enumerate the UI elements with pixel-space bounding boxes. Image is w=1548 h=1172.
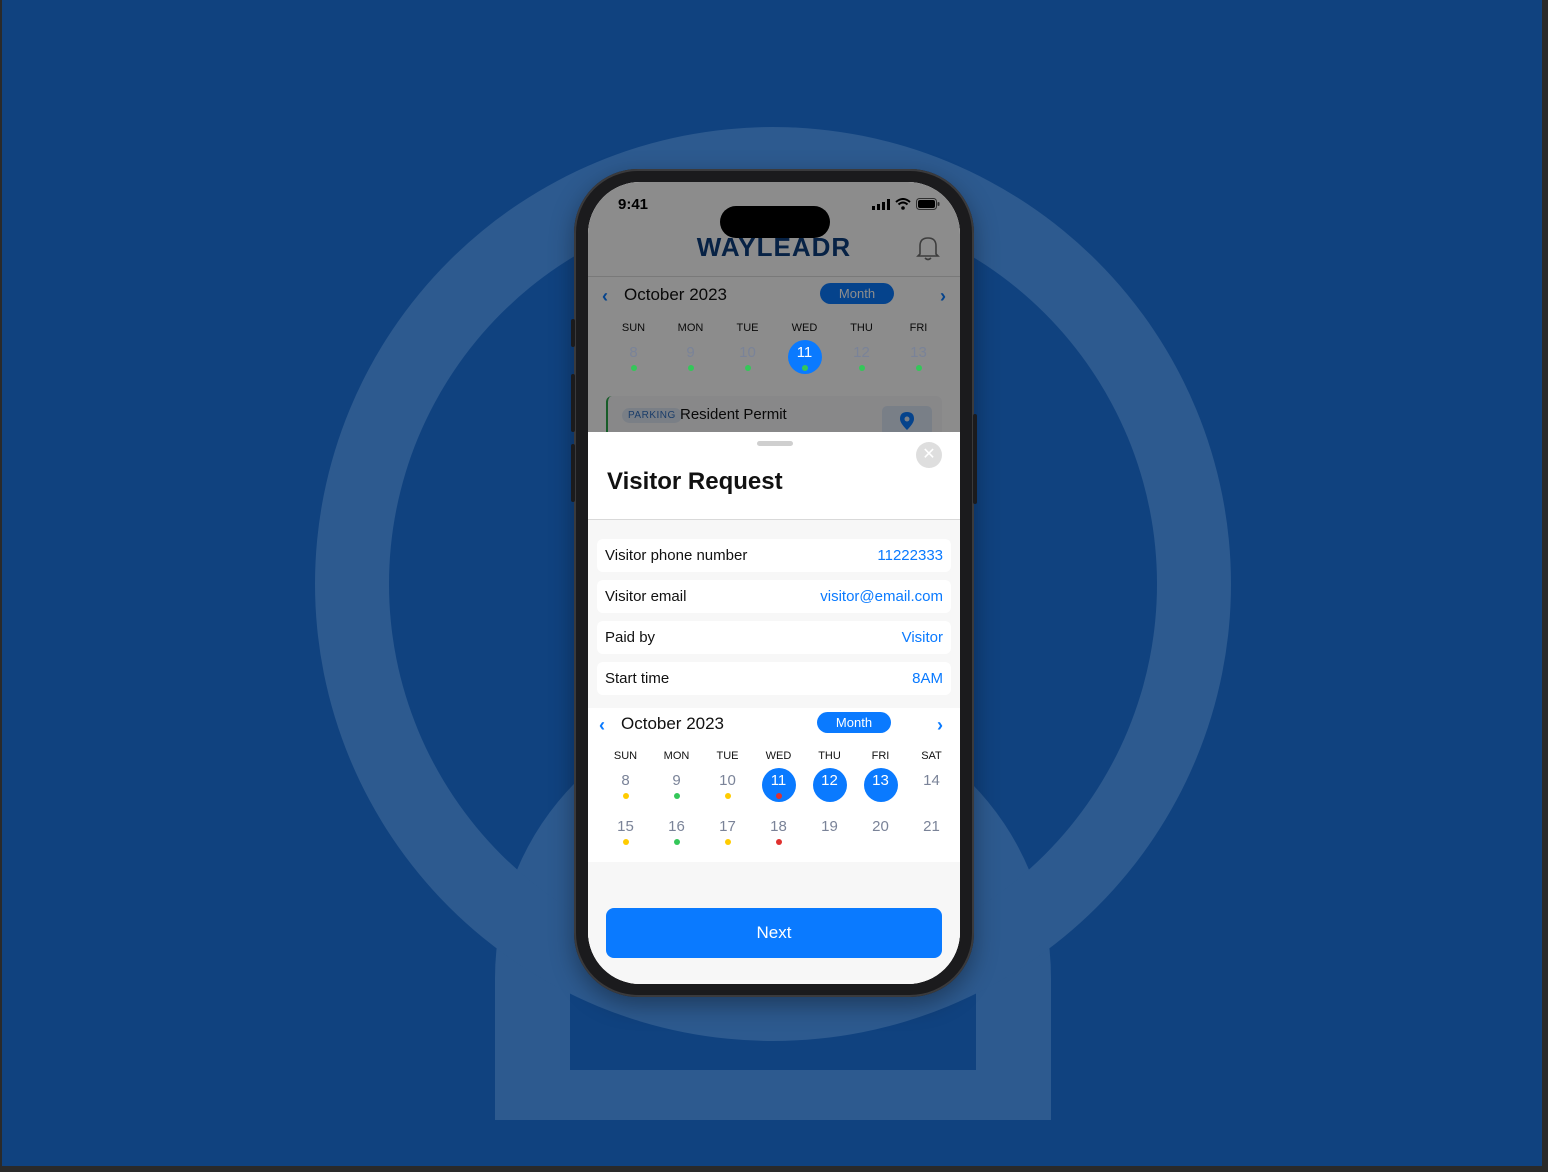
day-number: 16 (668, 818, 685, 835)
day-number: 19 (821, 818, 838, 835)
weekday-label: SAT (921, 750, 942, 762)
day-number: 12 (821, 772, 838, 789)
next-button[interactable]: Next (606, 908, 942, 958)
field-value[interactable]: visitor@email.com (820, 588, 943, 605)
calendar-week-row: 15 16 17 18 19 20 21 (600, 796, 960, 845)
availability-dot (775, 839, 782, 845)
weekday-label: FRI (871, 750, 890, 762)
availability-dot (630, 365, 637, 371)
chevron-left-icon[interactable]: ‹ (599, 715, 605, 736)
availability-dot (622, 839, 629, 845)
field-paid-by[interactable]: Paid by Visitor (597, 621, 951, 654)
presentation-background: 9:41 WAYLEADR ‹ October 2023 Month › SUN… (2, 0, 1542, 1166)
weekday-label: TUE (716, 750, 739, 762)
calendar-day-cell[interactable]: 20 (855, 796, 906, 838)
field-label: Paid by (605, 629, 656, 646)
modal-scrim[interactable] (588, 182, 960, 432)
calendar-day-cell[interactable]: SAT 14 (906, 750, 957, 792)
volume-down-button (571, 444, 575, 502)
phone-screen: 9:41 WAYLEADR ‹ October 2023 Month › SUN… (588, 182, 960, 984)
calendar-day-cell[interactable]: WED 11 (753, 750, 804, 802)
field-start-time[interactable]: Start time 8AM (597, 662, 951, 695)
day-number: 20 (872, 818, 889, 835)
calendar-day-cell[interactable]: 15 (600, 796, 651, 845)
day-number: 9 (686, 344, 695, 361)
field-label: Visitor phone number (605, 547, 748, 564)
day-number: 13 (872, 772, 889, 789)
date-picker-calendar: ‹ October 2023 Month › SUN 8 MON 9 TUE 10 WED 1… (588, 708, 960, 862)
availability-dot (801, 365, 808, 371)
field-visitor-phone[interactable]: Visitor phone number 11222333 (597, 539, 951, 572)
sheet-title: Visitor Request (607, 468, 783, 495)
calendar-day-cell[interactable]: 21 (906, 796, 957, 838)
calendar-month-label: October 2023 (621, 714, 725, 733)
day-number: 11 (796, 344, 813, 361)
field-value[interactable]: 11222333 (877, 547, 943, 564)
availability-dot (775, 793, 782, 799)
availability-dot (687, 365, 694, 371)
availability-dot (744, 365, 751, 371)
availability-dot (673, 839, 680, 845)
field-value[interactable]: 8AM (912, 670, 943, 687)
visitor-request-sheet: ✕ Visitor Request Visitor phone number 1… (588, 432, 960, 984)
calendar-day-cell[interactable]: MON 9 (651, 750, 702, 799)
mute-switch (571, 319, 575, 347)
availability-dot (724, 839, 731, 845)
availability-dot (622, 793, 629, 799)
calendar-week-row: SUN 8 MON 9 TUE 10 WED 11 THU 12 FRI 13 SAT 14 (600, 750, 960, 802)
calendar-day-cell[interactable]: 19 (804, 796, 855, 838)
calendar-day-cell[interactable]: 16 (651, 796, 702, 845)
close-icon: ✕ (922, 446, 936, 463)
phone-frame: 9:41 WAYLEADR ‹ October 2023 Month › SUN… (571, 169, 977, 997)
availability-dot (915, 365, 922, 371)
weekday-label: SUN (613, 750, 638, 762)
day-number: 8 (621, 772, 630, 789)
month-view-toggle[interactable]: Month (817, 712, 891, 733)
field-value[interactable]: Visitor (902, 629, 943, 646)
day-number: 14 (923, 772, 940, 789)
power-button (973, 414, 977, 504)
day-number: 13 (910, 344, 927, 361)
calendar-header: ‹ October 2023 Month › (588, 710, 960, 740)
calendar-day-cell[interactable]: 18 (753, 796, 804, 845)
day-number: 11 (770, 772, 787, 789)
field-label: Visitor email (605, 588, 687, 605)
weekday-spacer (906, 796, 957, 812)
day-number: 9 (672, 772, 681, 789)
calendar-day-cell[interactable]: THU 12 (804, 750, 855, 802)
day-number: 8 (629, 344, 638, 361)
day-number: 12 (853, 344, 870, 361)
day-number: 17 (719, 818, 736, 835)
field-visitor-email[interactable]: Visitor email visitor@email.com (597, 580, 951, 613)
weekday-label: MON (663, 750, 690, 762)
sheet-header: ✕ Visitor Request (588, 432, 960, 520)
field-label: Start time (605, 670, 670, 687)
availability-dot (858, 365, 865, 371)
volume-up-button (571, 374, 575, 432)
calendar-day-cell[interactable]: FRI 13 (855, 750, 906, 802)
weekday-label: THU (818, 750, 841, 762)
chevron-right-icon[interactable]: › (937, 715, 943, 736)
day-number: 21 (923, 818, 940, 835)
calendar-day-cell[interactable]: TUE 10 (702, 750, 753, 799)
day-number: 15 (617, 818, 634, 835)
close-button[interactable]: ✕ (916, 442, 942, 468)
weekday-label: WED (765, 750, 792, 762)
availability-dot (724, 793, 731, 799)
calendar-day-cell[interactable]: SUN 8 (600, 750, 651, 799)
sheet-grabber-handle[interactable] (757, 441, 793, 446)
day-number: 10 (739, 344, 756, 361)
day-number: 10 (719, 772, 736, 789)
availability-dot (673, 793, 680, 799)
day-number: 18 (770, 818, 787, 835)
calendar-day-cell[interactable]: 17 (702, 796, 753, 845)
